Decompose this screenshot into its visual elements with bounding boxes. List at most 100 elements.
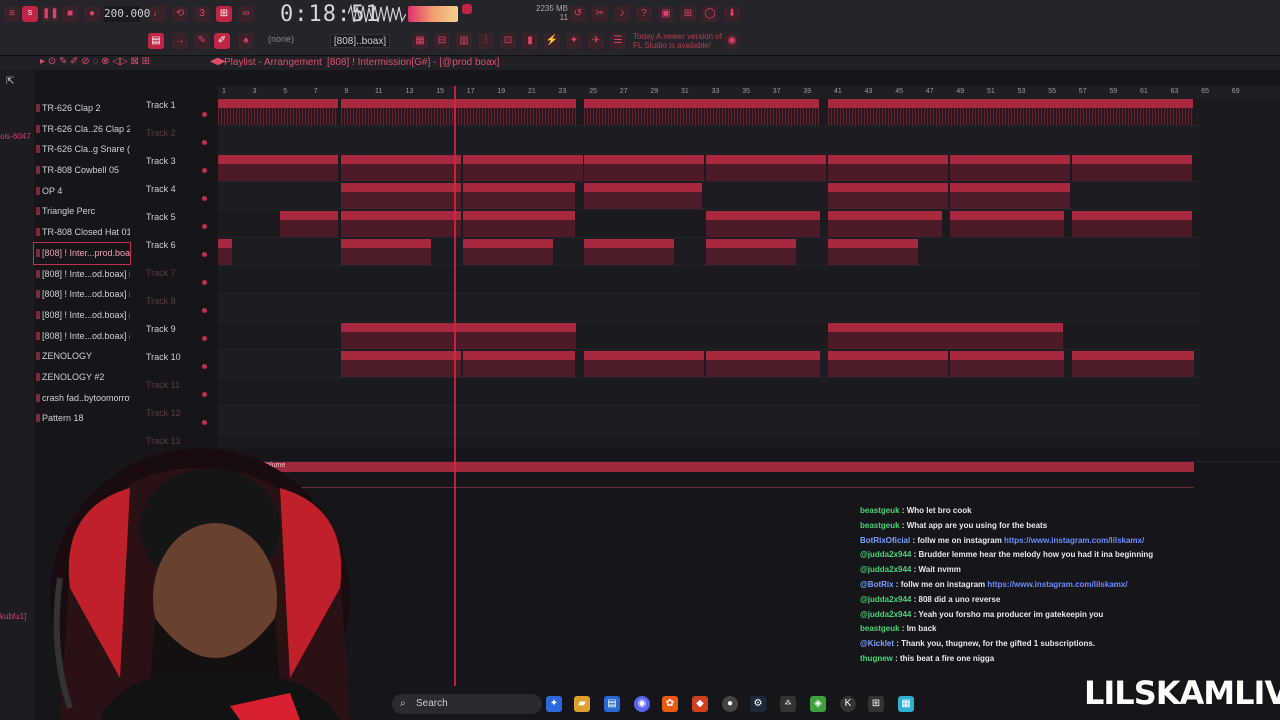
news-panel[interactable]: Today A newer version of FL Studio is av… xyxy=(633,32,722,50)
obs-icon[interactable]: ● xyxy=(722,696,738,712)
mixer-icon[interactable]: ⊞ xyxy=(680,6,696,22)
blend-icon[interactable]: ∞ xyxy=(238,6,254,22)
channel-item[interactable]: Pattern 18 xyxy=(34,408,130,429)
pattern-selector[interactable]: [808]..boax] xyxy=(330,34,390,48)
chat-link[interactable]: https://www.instagram.com/lilskamx/ xyxy=(1004,536,1144,545)
track-lane[interactable] xyxy=(218,126,1280,154)
playlist-mode-button[interactable]: ▤ xyxy=(148,33,164,49)
playlist-clip[interactable]: [808] ! Intermissi...G#] [@prod.boax] xyxy=(584,351,704,377)
track-lane[interactable] xyxy=(218,266,1280,294)
menu-icon[interactable]: ≡ xyxy=(4,6,20,22)
track-mute-indicator[interactable] xyxy=(202,140,207,145)
chat-username[interactable]: @judda2x944 xyxy=(860,565,911,574)
channel-item[interactable]: TR-626 Cla..g Snare (10) xyxy=(34,139,130,160)
song-mode-button[interactable]: S xyxy=(22,6,38,22)
playlist-clip[interactable]: [808] ! Intermiss...[@prod.boax] #5 xyxy=(950,351,1064,377)
track-header[interactable]: Track 11 xyxy=(140,378,212,406)
update-icon[interactable]: ◉ xyxy=(724,33,740,49)
metronome-icon[interactable]: ♩ xyxy=(150,6,166,22)
chat-username[interactable]: @judda2x944 xyxy=(860,595,911,604)
pat-song-toggle[interactable]: ⊞ xyxy=(216,6,232,22)
play-icon[interactable]: ❚❚ xyxy=(42,6,59,22)
track-mute-indicator[interactable] xyxy=(202,392,207,397)
chat-username[interactable]: @judda2x944 xyxy=(860,610,911,619)
playlist-clip[interactable]: TR-626 Clap 2 #2 - TR-626 Clap 2 #2 xyxy=(706,155,826,181)
chat-username[interactable]: @Kicklet xyxy=(860,639,894,648)
playlist-clip[interactable]: [808] ! Intermiss...[@prod.boax] #5 xyxy=(463,351,575,377)
cut-icon[interactable]: ✂ xyxy=(592,6,608,22)
track-mute-indicator[interactable] xyxy=(202,252,207,257)
track-header[interactable]: Track 8 xyxy=(140,294,212,322)
undo-icon[interactable]: ↺ xyxy=(570,6,586,22)
store-icon[interactable]: ▤ xyxy=(604,696,620,712)
playlist-clip[interactable]: [808] ! Intermissi...[G#] [@prod.boax] xyxy=(341,351,461,377)
channel-item[interactable]: TR-626 Clap 2 xyxy=(34,98,130,119)
snap-none[interactable]: (none) xyxy=(268,34,294,44)
channel-item[interactable]: [808] ! Inte...od.boax] #3 xyxy=(34,284,130,305)
list-icon[interactable]: ☰ xyxy=(610,33,626,49)
playlist-clip[interactable]: TR-808 Cowbell 05 xyxy=(828,239,918,265)
taskbar-search[interactable]: ⌕ Search xyxy=(392,694,542,714)
tempo-icon[interactable]: ⚡ xyxy=(544,33,560,49)
steam-icon[interactable]: ⚙ xyxy=(750,696,766,712)
playlist-clip[interactable]: TR-626 Clap 2 #2 - TR-626 Clap 2 #2 xyxy=(828,155,948,181)
track-mute-indicator[interactable] xyxy=(202,196,207,201)
channel-item[interactable]: ZENOLOGY xyxy=(34,346,130,367)
tools-icon[interactable]: ✦ xyxy=(566,33,582,49)
playlist-clip[interactable]: TR-626 Clap 2 #2 - TR-626 Clap 2 #2 xyxy=(463,155,583,181)
channel-item[interactable]: OP 4 xyxy=(34,181,130,202)
track-mute-indicator[interactable] xyxy=(202,112,207,117)
track-header[interactable]: Track 2 xyxy=(140,126,212,154)
playlist-clip[interactable]: TR-808 Closed Hat 01 xyxy=(828,323,1063,349)
track-header[interactable]: Track 6 xyxy=(140,238,212,266)
track-lane[interactable] xyxy=(218,294,1280,322)
track-mute-indicator[interactable] xyxy=(202,336,207,341)
chat-link[interactable]: https://www.instagram.com/lilskamx/ xyxy=(987,580,1127,589)
green-app-icon[interactable]: ◈ xyxy=(810,696,826,712)
playlist-clip[interactable]: XXXTentacion & T...trumental [music] xyxy=(218,99,338,125)
pencil-icon[interactable]: ✎ xyxy=(194,33,210,49)
stop-icon[interactable]: ■ xyxy=(62,6,78,22)
playlist-clip[interactable]: [808] ! Intermissi...[G#] [@prod.boax] xyxy=(828,351,948,377)
help-icon[interactable]: ? xyxy=(636,6,652,22)
copilot-icon[interactable]: ✦ xyxy=(546,696,562,712)
link-icon[interactable]: ✈ xyxy=(588,33,604,49)
folder-icon[interactable]: ⇱ xyxy=(6,76,14,87)
browser-icon[interactable]: ⊡ xyxy=(500,33,516,49)
count-icon[interactable]: 3 xyxy=(194,6,210,22)
tempo-display[interactable]: 200.000 xyxy=(104,6,150,22)
view-icon[interactable]: ▦ xyxy=(412,33,428,49)
playlist-clip[interactable]: TR-808 Cowbell 05 xyxy=(584,239,674,265)
track-mute-indicator[interactable] xyxy=(202,168,207,173)
channel-item[interactable]: crash fad..bytoomorrow xyxy=(34,388,130,409)
track-lane[interactable] xyxy=(218,378,1280,406)
channel-item[interactable]: TR-626 Cla..26 Clap 2 #2 xyxy=(34,119,130,140)
download-icon[interactable]: ⬇ xyxy=(724,6,740,22)
fl-studio-icon[interactable]: ✿ xyxy=(662,696,678,712)
track-header[interactable]: Track 3 xyxy=(140,154,212,182)
playlist-clip[interactable]: crash...omorrow xyxy=(280,211,338,237)
automation-clip[interactable]: Volume xyxy=(218,462,1194,472)
playhead[interactable] xyxy=(454,86,456,686)
playlist-clip[interactable]: XXXTentacion & T...trumental [music] xyxy=(584,99,819,125)
save-icon[interactable]: ▣ xyxy=(658,6,674,22)
timeline-ruler[interactable]: 1 3 5 7 9 11 13 15 17 19 21 23 25 27 29 31 33 35 37 39 41 43 4… xyxy=(218,86,1280,98)
playlist-clip[interactable]: TR-626 Clap 2 #2 - Gang Snare (10) xyxy=(828,183,948,209)
notepad-icon[interactable]: ▦ xyxy=(898,696,914,712)
playlist-clip[interactable]: TR-626 Clap 2 #2 -..nGang Snare (10) xyxy=(950,183,1070,209)
channel-item[interactable]: ZENOLOGY #2 xyxy=(34,367,130,388)
loop-icon[interactable]: ⟲ xyxy=(172,6,188,22)
playlist-clip[interactable]: TR-626 Clap 2 #2 - TR-626 Clap 2 #2 xyxy=(341,155,461,181)
mic-icon[interactable]: ♪ xyxy=(614,6,630,22)
track-mute-indicator[interactable] xyxy=(202,420,207,425)
channel-item[interactable]: TR-808 Cowbell 05 xyxy=(34,160,130,181)
playlist-grid[interactable]: XXXTentacion & T...trumental [music] XXXT… xyxy=(218,98,1280,462)
piano-roll-icon[interactable]: ▥ xyxy=(456,33,472,49)
mixer-view-icon[interactable]: ⫶ xyxy=(478,33,494,49)
playlist-clip[interactable]: crash fade @prodbytoomorrow xyxy=(463,211,575,237)
playlist-clip[interactable]: TR-626 Clap 2 #2 -..nGang Snare (10) xyxy=(341,183,461,209)
playlist-clip[interactable]: crash fade @prodbytoomorrow xyxy=(341,211,461,237)
playlist-clip[interactable]: TR-626 Clap 2 #2 - Gang Snare (10) xyxy=(463,183,575,209)
playlist-clip[interactable]: TR-626 Clap 2 #2 -..nGang Snare (10) xyxy=(584,183,702,209)
playlist-clip[interactable]: TR-808 Cowbell 05 xyxy=(218,239,232,265)
